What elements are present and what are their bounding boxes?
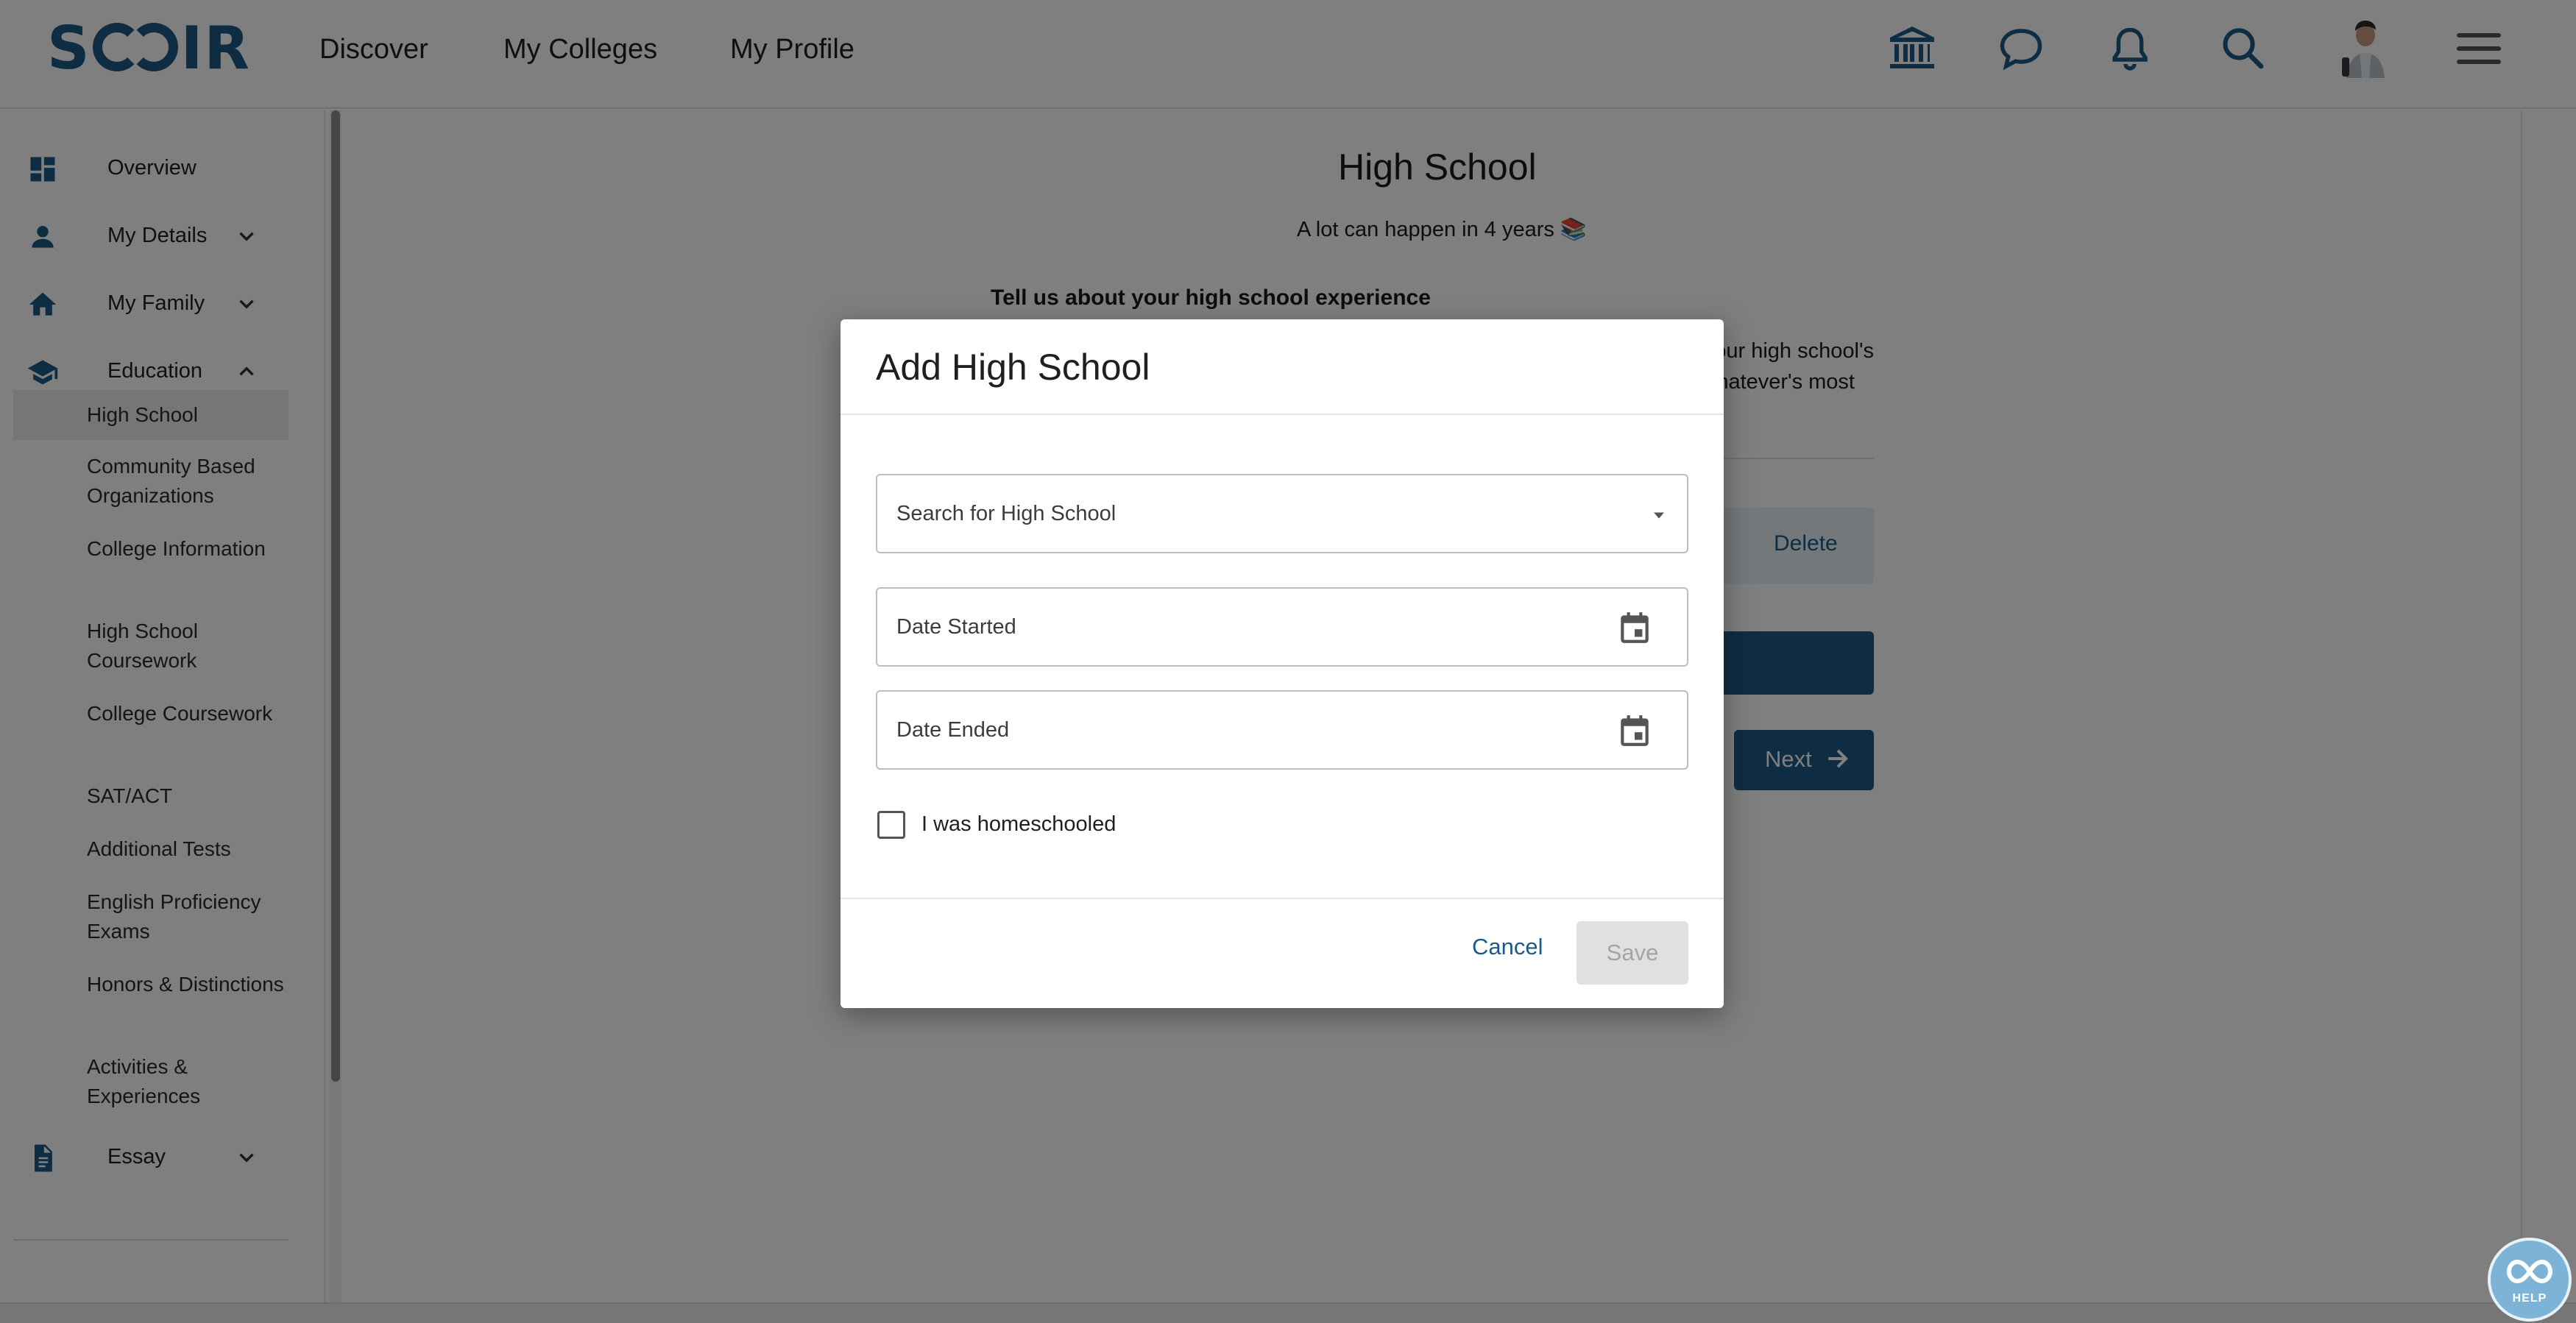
date-started-placeholder: Date Started [896,615,1016,639]
calendar-icon[interactable] [1616,712,1653,749]
infinity-help-icon [2506,1259,2553,1284]
homeschooled-checkbox[interactable] [877,811,905,839]
date-ended-placeholder: Date Ended [896,718,1010,742]
search-placeholder: Search for High School [896,502,1117,525]
save-button[interactable]: Save [1577,921,1688,985]
date-ended-field[interactable]: Date Ended [876,690,1688,770]
dialog-header-divider [841,414,1724,415]
date-started-field[interactable]: Date Started [876,587,1688,667]
homeschooled-label[interactable]: I was homeschooled [921,812,1116,837]
dialog-footer-divider [841,898,1724,899]
add-high-school-dialog: Add High School Search for High School D… [841,319,1724,1008]
cancel-button[interactable]: Cancel [1472,929,1543,965]
calendar-icon[interactable] [1616,609,1653,646]
help-label: HELP [2512,1292,2547,1305]
dialog-title: Add High School [876,347,1150,388]
high-school-search-select[interactable]: Search for High School [876,474,1688,553]
help-button[interactable]: HELP [2488,1238,2572,1322]
caret-down-icon[interactable] [1649,505,1669,525]
